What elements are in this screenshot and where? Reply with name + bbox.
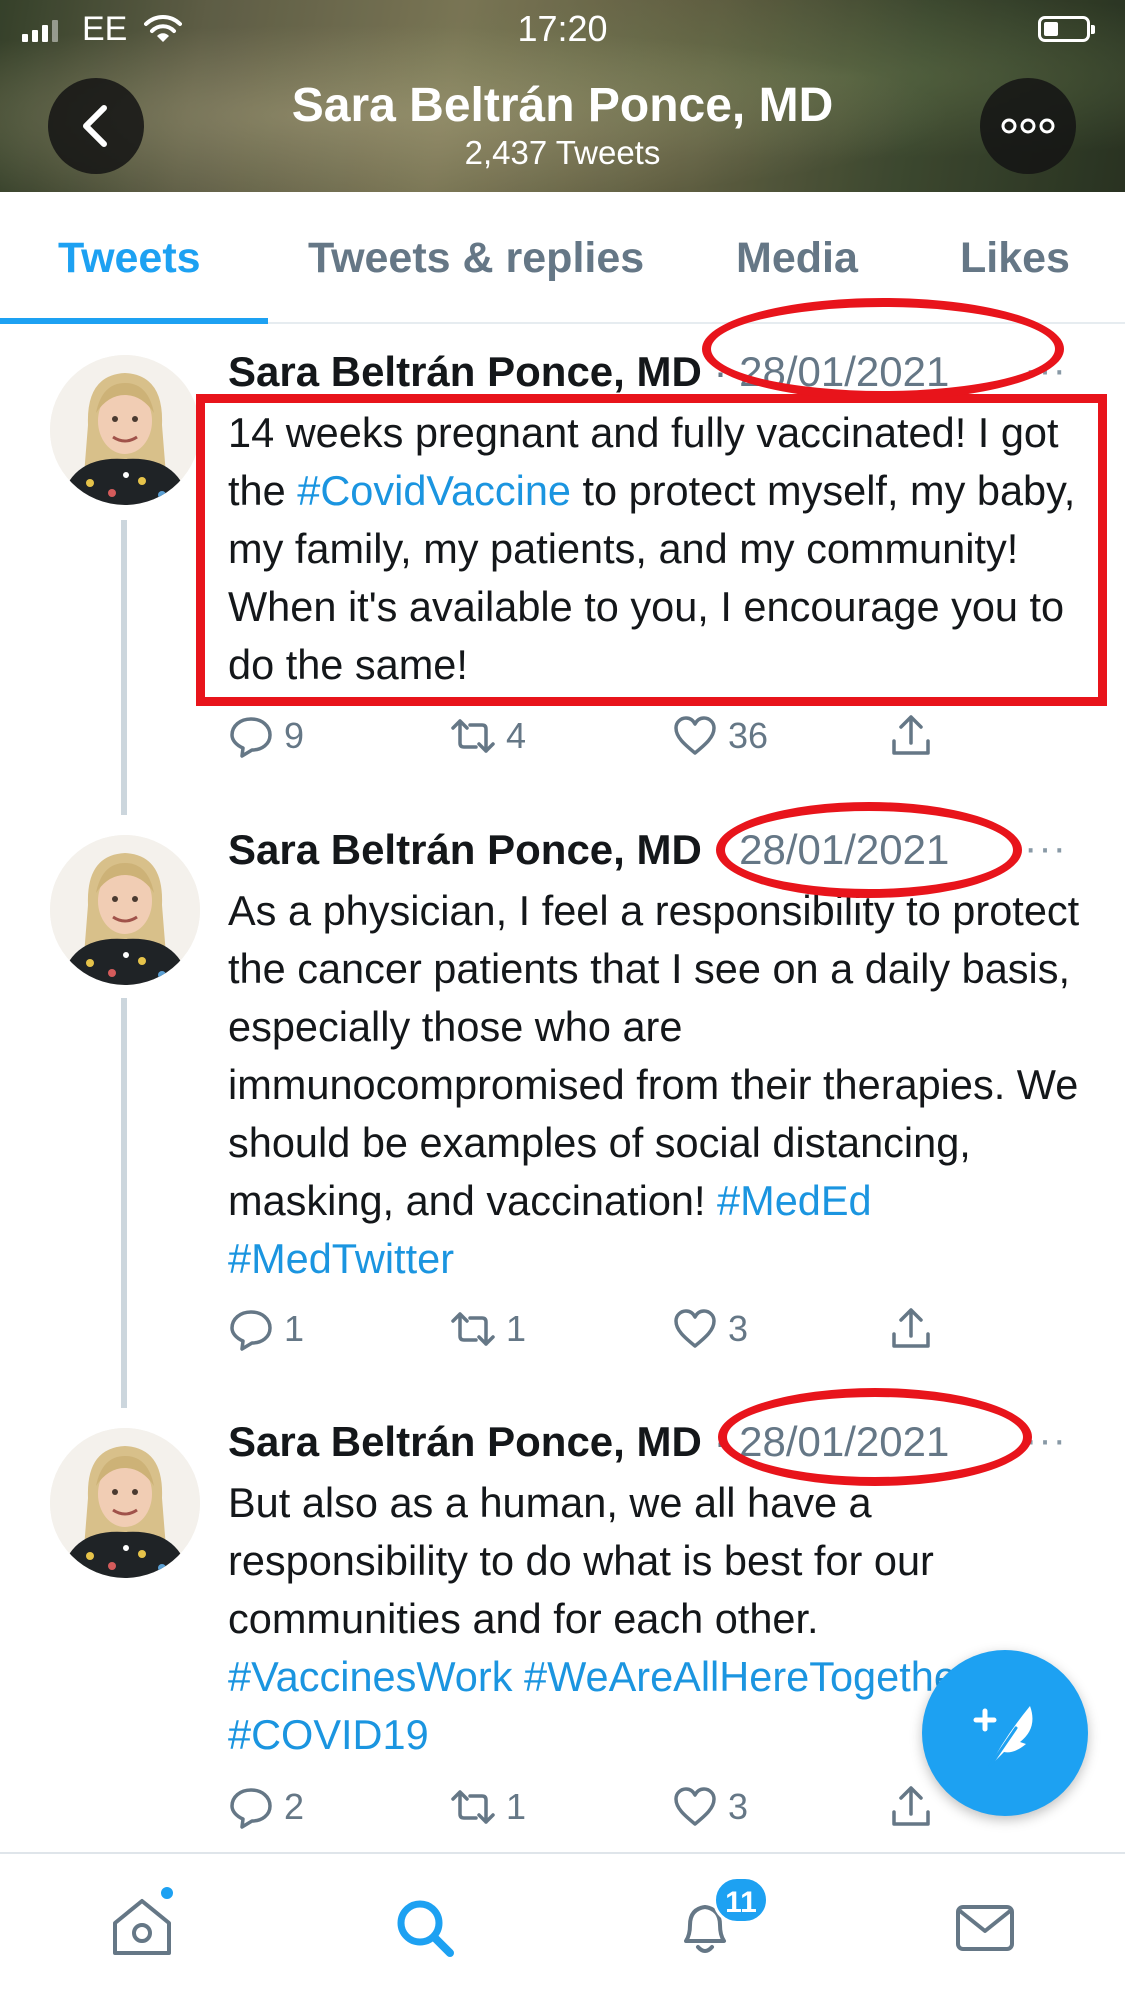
tab-media[interactable]: Media [736, 234, 858, 283]
share-icon [892, 1786, 930, 1826]
reply-button[interactable]: 1 [228, 1306, 304, 1352]
compose-tweet-button[interactable] [922, 1650, 1088, 1816]
tweet-count: 2,437 Tweets [464, 134, 661, 171]
tweet-author[interactable]: Sara Beltrán Ponce, MD [228, 348, 702, 395]
annotation-highlight-box [196, 394, 1107, 706]
avatar[interactable] [50, 355, 200, 505]
status-time: 17:20 [517, 8, 608, 49]
like-button[interactable]: 36 [672, 713, 768, 759]
bottom-navigation: 11 [0, 1852, 1125, 2001]
avatar-photo [50, 835, 200, 985]
search-icon [397, 1900, 454, 1957]
tweet-author[interactable]: Sara Beltrán Ponce, MD [228, 1418, 702, 1465]
avatar[interactable] [50, 835, 200, 985]
annotation-date-oval [718, 1388, 1032, 1486]
more-icon [1001, 118, 1055, 134]
compose-icon [973, 1706, 1033, 1768]
tweet-text: As a physician, I feel a responsibility … [228, 887, 1080, 1282]
tab-tweets-and-replies[interactable]: Tweets & replies [308, 234, 644, 283]
tweet-menu-button[interactable]: ··· [1024, 826, 1067, 871]
status-bar: EE 17:20 [0, 0, 1125, 60]
reply-icon [230, 1788, 272, 1829]
retweet-button[interactable]: 4 [450, 713, 526, 759]
profile-name: Sara Beltrán Ponce, MD [291, 79, 834, 132]
annotation-date-oval [716, 802, 1022, 898]
reply-icon [230, 1310, 272, 1351]
reply-count: 9 [284, 715, 305, 756]
reply-count: 2 [284, 1786, 305, 1827]
retweet-button[interactable]: 1 [450, 1784, 526, 1830]
like-count: 3 [728, 1786, 749, 1827]
retweet-button[interactable]: 1 [450, 1306, 526, 1352]
tab-likes[interactable]: Likes [960, 234, 1070, 283]
tweet-actions: 9 4 36 [228, 713, 968, 763]
battery-icon [1038, 16, 1095, 42]
tweet-actions: 2 1 3 [228, 1784, 968, 1834]
like-icon [674, 1787, 716, 1826]
avatar-photo [50, 355, 200, 505]
annotation-date-oval [702, 298, 1064, 400]
messages-icon [956, 1905, 1014, 1951]
notifications-badge: 11 [713, 1876, 769, 1924]
share-icon [892, 1308, 930, 1348]
home-unread-dot [158, 1884, 176, 1902]
retweet-icon [451, 1790, 495, 1824]
reply-icon [230, 717, 272, 758]
retweet-count: 1 [506, 1308, 527, 1349]
avatar-photo [50, 1428, 200, 1578]
share-button[interactable] [888, 1306, 934, 1352]
more-options-button[interactable] [980, 78, 1076, 174]
share-icon [892, 715, 930, 755]
hashtag-link[interactable]: #VaccinesWork #WeAreAllHereTogether #COV… [228, 1653, 971, 1758]
reply-count: 1 [284, 1308, 305, 1349]
reply-button[interactable]: 2 [228, 1784, 304, 1830]
thread-connector [121, 520, 127, 815]
like-button[interactable]: 3 [672, 1306, 748, 1352]
avatar[interactable] [50, 1428, 200, 1578]
home-icon [113, 1899, 171, 1955]
like-icon [674, 716, 716, 755]
like-button[interactable]: 3 [672, 1784, 748, 1830]
share-button[interactable] [888, 713, 934, 759]
reply-button[interactable]: 9 [228, 713, 304, 759]
share-button[interactable] [888, 1784, 934, 1830]
nav-search[interactable] [385, 1888, 465, 1968]
like-count: 36 [728, 715, 769, 756]
retweet-icon [451, 719, 495, 753]
like-icon [674, 1309, 716, 1348]
retweet-count: 4 [506, 715, 527, 756]
tweet-author[interactable]: Sara Beltrán Ponce, MD [228, 826, 702, 873]
tab-tweets[interactable]: Tweets [58, 234, 201, 283]
profile-header-banner: EE 17:20 Sara Beltrán Ponce, MD 2,437 Tw… [0, 0, 1125, 192]
retweet-icon [451, 1312, 495, 1346]
retweet-count: 1 [506, 1786, 527, 1827]
active-tab-indicator [0, 318, 268, 324]
thread-connector [121, 998, 127, 1408]
tweet-actions: 1 1 3 [228, 1306, 968, 1356]
like-count: 3 [728, 1308, 749, 1349]
nav-messages[interactable] [945, 1888, 1025, 1968]
